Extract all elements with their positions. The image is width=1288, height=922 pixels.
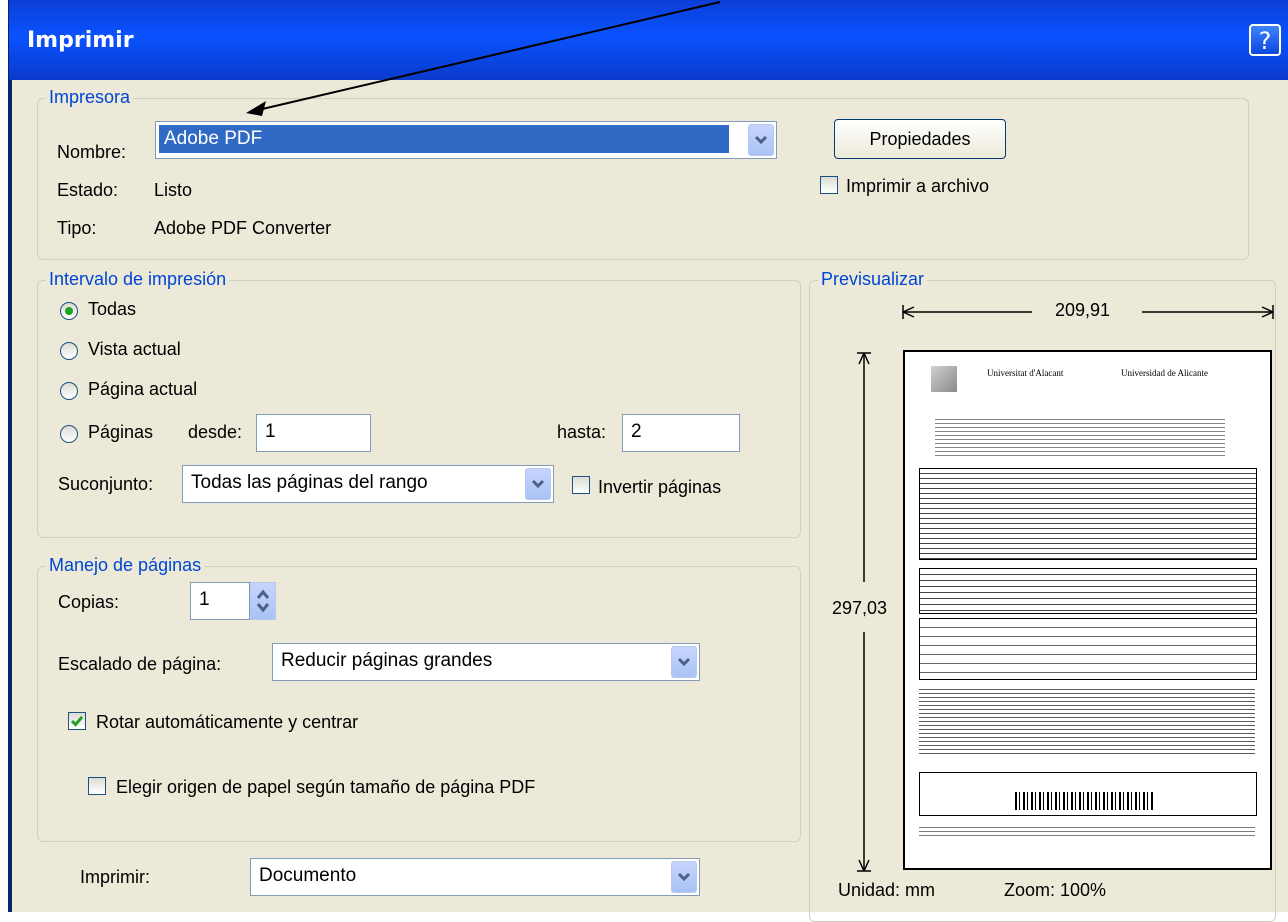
pages-to-label: hasta: [557, 422, 607, 442]
print-what-value: Documento [259, 865, 357, 886]
handling-group: Manejo de páginas [37, 555, 801, 842]
printer-status-value: Listo [154, 180, 193, 200]
print-to-file-checkbox[interactable] [820, 176, 838, 194]
copies-spinner[interactable] [250, 582, 276, 620]
radio-pages[interactable] [60, 425, 78, 443]
autorotate-label: Rotar automáticamente y centrar [96, 712, 359, 732]
printer-type-label: Tipo: [57, 218, 97, 238]
preview-height-value: 297,03 [832, 598, 888, 618]
grades-table [919, 468, 1257, 560]
radio-pages-label: Páginas [88, 422, 154, 442]
barcode [1015, 792, 1155, 810]
scaling-select[interactable]: Reducir páginas grandes [272, 643, 700, 681]
pages-to-input[interactable]: 2 [622, 414, 740, 452]
chevron-down-icon[interactable] [671, 861, 697, 893]
preview-legend: Previsualizar [818, 269, 928, 290]
subset-select[interactable]: Todas las páginas del rango [182, 465, 554, 503]
scaling-value: Reducir páginas grandes [281, 650, 493, 671]
radio-current-view-label: Vista actual [88, 339, 181, 359]
university-logo [931, 366, 957, 392]
handling-legend: Manejo de páginas [46, 555, 205, 576]
reverse-pages-checkbox[interactable] [572, 476, 590, 494]
detail-table [919, 618, 1257, 680]
checkmark-icon [70, 716, 84, 727]
summary-table [919, 568, 1257, 614]
radio-current-view[interactable] [60, 342, 78, 360]
printer-type-value: Adobe PDF Converter [154, 218, 332, 238]
subset-label: Suconjunto: [58, 474, 154, 494]
radio-all[interactable] [60, 302, 78, 320]
page-header-left: Universitat d'Alacant [987, 368, 1064, 378]
paper-source-label: Elegir origen de papel según tamaño de p… [116, 777, 536, 797]
page-info-block [935, 416, 1225, 456]
subset-value: Todas las páginas del rango [191, 472, 428, 493]
dialog-body: Impresora Nombre: Adobe PDF Estado: List… [12, 80, 1288, 922]
chevron-down-icon[interactable] [525, 468, 551, 500]
print-what-label: Imprimir: [80, 867, 150, 887]
reverse-pages-label: Invertir páginas [598, 477, 722, 497]
print-what-select[interactable]: Documento [250, 858, 700, 896]
notes-text [919, 686, 1255, 756]
preview-unit-label: Unidad: mm [838, 880, 936, 900]
preview-width-value: 209,91 [1055, 300, 1111, 320]
radio-current-page[interactable] [60, 382, 78, 400]
scaling-label: Escalado de página: [58, 654, 222, 674]
annotation-arrow [246, 1, 721, 116]
pages-from-label: desde: [188, 422, 243, 442]
range-legend: Intervalo de impresión [46, 269, 230, 290]
pages-from-input[interactable]: 1 [256, 414, 371, 452]
printer-name-label: Nombre: [57, 142, 127, 162]
autorotate-checkbox[interactable] [68, 712, 86, 730]
page-header-right: Universidad de Alicante [1121, 368, 1208, 378]
footer-text [919, 824, 1255, 838]
preview-page: Universitat d'Alacant Universidad de Ali… [903, 350, 1272, 870]
print-to-file-label: Imprimir a archivo [846, 176, 990, 196]
chevron-down-icon[interactable] [671, 646, 697, 678]
radio-current-page-label: Página actual [88, 379, 198, 399]
spinner-arrows-icon [256, 589, 270, 613]
paper-source-checkbox[interactable] [88, 777, 106, 795]
copies-input[interactable]: 1 [190, 582, 250, 620]
copies-label: Copias: [58, 592, 120, 612]
radio-all-label: Todas [88, 299, 137, 319]
preview-zoom-label: Zoom: 100% [1004, 880, 1107, 900]
printer-status-label: Estado: [57, 180, 119, 200]
